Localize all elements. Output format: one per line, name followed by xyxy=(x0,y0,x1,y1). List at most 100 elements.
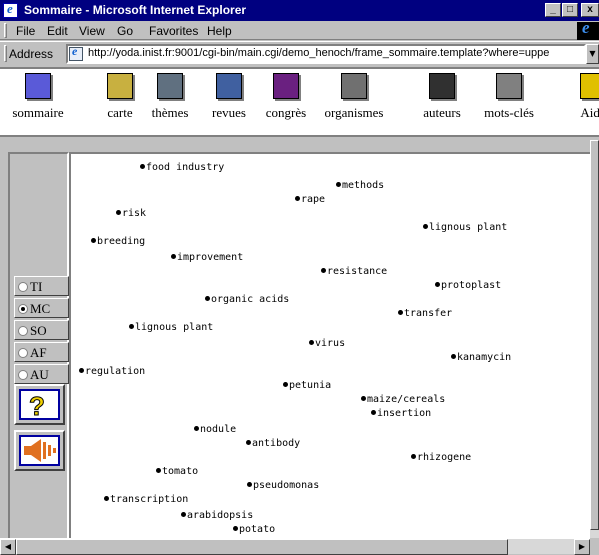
radio-af[interactable]: AF xyxy=(14,342,69,362)
organisms-icon[interactable] xyxy=(341,73,367,99)
keyword-text[interactable]: methods xyxy=(342,180,384,191)
menu-help[interactable]: Help xyxy=(207,24,232,38)
nav-journals[interactable]: revues xyxy=(199,73,259,121)
vertical-scroll-thumb[interactable] xyxy=(590,140,599,530)
nav-label[interactable]: sommaire xyxy=(6,105,70,121)
radio-button[interactable] xyxy=(18,326,28,336)
close-button[interactable]: x xyxy=(581,3,599,17)
maximize-button[interactable]: □ xyxy=(562,3,578,17)
help-button[interactable]: ? xyxy=(14,384,65,425)
keyword-link[interactable]: lignous plant xyxy=(423,222,507,234)
sound-button[interactable] xyxy=(14,430,65,471)
radio-so[interactable]: SO xyxy=(14,320,69,340)
keyword-link[interactable]: regulation xyxy=(79,366,145,378)
address-url[interactable]: http://yoda.inist.fr:9001/cgi-bin/main.c… xyxy=(88,47,549,59)
nav-label[interactable]: organismes xyxy=(324,105,384,121)
menu-favorites[interactable]: Favorites xyxy=(149,24,198,38)
keyword-link[interactable]: rhizogene xyxy=(411,452,471,464)
keyword-link[interactable]: risk xyxy=(116,208,146,220)
radio-button[interactable] xyxy=(18,304,28,314)
keyword-text[interactable]: insertion xyxy=(377,408,431,419)
keyword-text[interactable]: transcription xyxy=(110,494,188,505)
keyword-text[interactable]: arabidopsis xyxy=(187,510,253,521)
keyword-text[interactable]: potato xyxy=(239,524,275,535)
scroll-left-button[interactable]: ◀ xyxy=(0,539,16,555)
ie-window-icon[interactable] xyxy=(3,1,18,18)
keyword-text[interactable]: food industry xyxy=(146,162,224,173)
nav-label[interactable]: auteurs xyxy=(412,105,472,121)
sommaire-icon[interactable] xyxy=(25,73,51,99)
keyword-link[interactable]: methods xyxy=(336,180,384,192)
title-bar[interactable]: Sommaire - Microsoft Internet Explorer _… xyxy=(0,0,599,21)
keyword-link[interactable]: arabidopsis xyxy=(181,510,253,522)
frame-divider[interactable] xyxy=(0,135,599,143)
keyword-link[interactable]: pseudomonas xyxy=(247,480,319,492)
keyword-text[interactable]: regulation xyxy=(85,366,145,377)
address-dropdown-button[interactable]: ▼ xyxy=(586,44,599,64)
vertical-scrollbar[interactable] xyxy=(590,140,599,538)
keywords-icon[interactable] xyxy=(496,73,522,99)
keyword-link[interactable]: tomato xyxy=(156,466,198,478)
radio-button[interactable] xyxy=(18,282,28,292)
address-grip[interactable] xyxy=(4,45,7,62)
radio-button[interactable] xyxy=(18,370,28,380)
keyword-text[interactable]: improvement xyxy=(177,252,243,263)
keyword-link[interactable]: transfer xyxy=(398,308,452,320)
keyword-text[interactable]: nodule xyxy=(200,424,236,435)
horizontal-scrollbar[interactable]: ◀ ▶ xyxy=(0,538,590,555)
menu-grip[interactable] xyxy=(4,23,7,38)
keyword-link[interactable]: food industry xyxy=(140,162,224,174)
radio-button[interactable] xyxy=(18,348,28,358)
keyword-text[interactable]: transfer xyxy=(404,308,452,319)
keyword-text[interactable]: breeding xyxy=(97,236,145,247)
keyword-text[interactable]: lignous plant xyxy=(429,222,507,233)
keyword-text[interactable]: antibody xyxy=(252,438,300,449)
keyword-text[interactable]: risk xyxy=(122,208,146,219)
keyword-text[interactable]: resistance xyxy=(327,266,387,277)
keyword-link[interactable]: petunia xyxy=(283,380,331,392)
menu-edit[interactable]: Edit xyxy=(47,24,68,38)
keyword-text[interactable]: pseudomonas xyxy=(253,480,319,491)
authors-icon[interactable] xyxy=(429,73,455,99)
keyword-link[interactable]: protoplast xyxy=(435,280,501,292)
nav-label[interactable]: congrès xyxy=(256,105,316,121)
keyword-text[interactable]: organic acids xyxy=(211,294,289,305)
address-input[interactable]: http://yoda.inist.fr:9001/cgi-bin/main.c… xyxy=(66,44,586,64)
nav-label[interactable]: revues xyxy=(199,105,259,121)
nav-help[interactable]: Aide xyxy=(563,73,599,121)
nav-label[interactable]: Aide xyxy=(563,105,599,121)
map-icon[interactable] xyxy=(107,73,133,99)
menu-file[interactable]: File xyxy=(16,24,35,38)
nav-authors[interactable]: auteurs xyxy=(412,73,472,121)
nav-sommaire[interactable]: sommaire xyxy=(6,73,70,121)
keyword-link[interactable]: improvement xyxy=(171,252,243,264)
keyword-link[interactable]: lignous plant xyxy=(129,322,213,334)
menu-go[interactable]: Go xyxy=(117,24,133,38)
keyword-text[interactable]: virus xyxy=(315,338,345,349)
keyword-link[interactable]: maize/cereals xyxy=(361,394,445,406)
congress-icon[interactable] xyxy=(273,73,299,99)
radio-au[interactable]: AU xyxy=(14,364,69,384)
keyword-text[interactable]: rhizogene xyxy=(417,452,471,463)
radio-mc[interactable]: MC xyxy=(14,298,69,318)
keyword-text[interactable]: tomato xyxy=(162,466,198,477)
keyword-link[interactable]: transcription xyxy=(104,494,188,506)
radio-ti[interactable]: TI xyxy=(14,276,69,296)
keyword-link[interactable]: insertion xyxy=(371,408,431,420)
keyword-link[interactable]: breeding xyxy=(91,236,145,248)
help-icon[interactable] xyxy=(580,73,599,99)
keyword-text[interactable]: protoplast xyxy=(441,280,501,291)
keyword-text[interactable]: petunia xyxy=(289,380,331,391)
nav-congress[interactable]: congrès xyxy=(256,73,316,121)
themes-icon[interactable] xyxy=(157,73,183,99)
keyword-link[interactable]: kanamycin xyxy=(451,352,511,364)
keyword-text[interactable]: rape xyxy=(301,194,325,205)
keyword-text[interactable]: lignous plant xyxy=(135,322,213,333)
nav-themes[interactable]: thèmes xyxy=(140,73,200,121)
keyword-link[interactable]: potato xyxy=(233,524,275,536)
nav-keywords[interactable]: mots-clés xyxy=(479,73,539,121)
keyword-text[interactable]: maize/cereals xyxy=(367,394,445,405)
keyword-text[interactable]: kanamycin xyxy=(457,352,511,363)
menu-view[interactable]: View xyxy=(79,24,105,38)
journals-icon[interactable] xyxy=(216,73,242,99)
